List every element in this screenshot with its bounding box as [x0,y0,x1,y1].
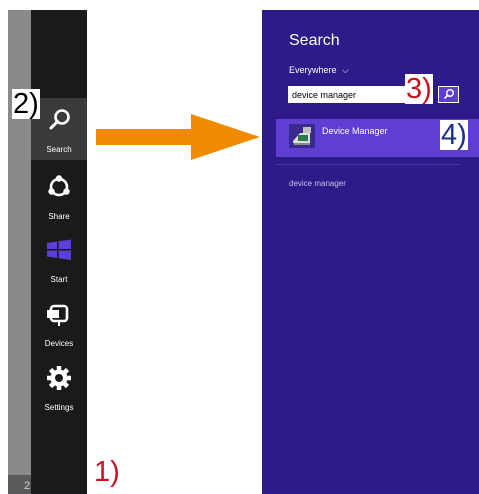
charm-settings-label: Settings [44,403,74,412]
device-manager-icon [289,124,315,148]
search-result-label: Device Manager [322,126,388,136]
gear-icon [47,366,71,390]
share-icon [48,175,70,197]
step-label-2: 2) [12,88,40,120]
step-label-1: 1) [94,456,120,488]
chevron-down-icon[interactable]: ⌵ [342,65,349,76]
taskbar-edge-number: 2 [24,480,31,492]
charm-start[interactable]: Start [31,228,87,290]
charm-share-label: Share [48,212,70,221]
step-label-3: 3) [405,73,433,105]
search-icon [443,88,455,100]
charm-search-label: Search [46,145,72,154]
desktop-edge-strip [8,10,32,494]
charm-share[interactable]: Share [31,165,87,227]
step-label-4: 4) [440,119,468,151]
charm-devices[interactable]: Devices [31,292,87,354]
search-pane [262,10,479,494]
search-scope-dropdown[interactable]: Everywhere [289,65,337,75]
charm-settings[interactable]: Settings [31,356,87,418]
charm-start-label: Start [50,275,68,284]
search-pane-title: Search [289,32,340,49]
windows-logo-icon [47,239,71,260]
results-divider [276,164,460,165]
orange-arrow-icon [96,114,260,160]
devices-icon [47,304,69,326]
search-submit-button[interactable] [438,86,459,103]
charm-devices-label: Devices [44,339,74,348]
search-suggestion[interactable]: device manager [289,179,346,188]
search-icon [49,109,70,130]
